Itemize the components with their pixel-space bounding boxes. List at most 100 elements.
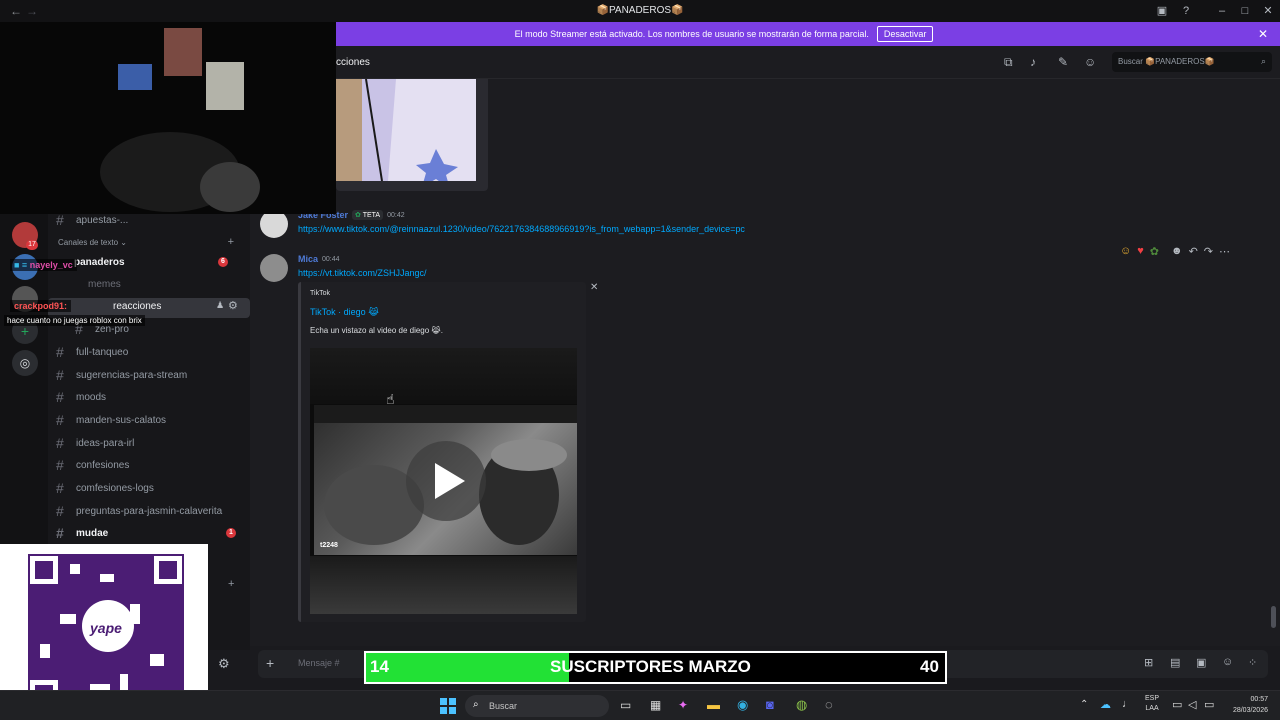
mention-badge: 17 (26, 240, 38, 250)
members-icon[interactable]: ☺ (1084, 55, 1096, 69)
add-category-icon[interactable]: + (228, 578, 234, 590)
channel-item[interactable]: # full-tanqueo (56, 341, 246, 363)
taskbar: ⌕ Buscar ▭ ▦ ✦ ▬ ◉ ◙ ◍ ◌ ⌃ ☁ ♩ ESP LAA ▭ … (0, 690, 1280, 720)
minimize-icon[interactable]: – (1214, 3, 1230, 19)
invite-icon[interactable]: ♟ (216, 300, 224, 311)
image-attachment[interactable] (336, 79, 488, 191)
add-reaction-icon[interactable]: ☻ (1171, 245, 1183, 257)
windows-start-icon[interactable] (440, 698, 456, 714)
maximize-icon[interactable]: □ (1237, 3, 1253, 19)
threads-icon[interactable]: ⧉ (1004, 55, 1013, 70)
store-icon[interactable]: ▦ (650, 698, 661, 712)
mute-bell-icon[interactable]: ♪ (1030, 55, 1036, 69)
taskbar-search[interactable]: ⌕ Buscar (465, 695, 609, 717)
discord-icon[interactable]: ◙ (766, 697, 774, 712)
attach-icon[interactable]: + (266, 655, 274, 671)
banner-text: El modo Streamer está activado. Los nomb… (514, 29, 869, 39)
lang-indicator[interactable]: ESP LAA (1145, 694, 1159, 714)
network-icon[interactable]: ▭ (1172, 698, 1182, 711)
gif-icon[interactable]: ▤ (1170, 656, 1180, 669)
play-icon[interactable] (406, 441, 486, 521)
battery-icon[interactable]: ▭ (1204, 698, 1214, 711)
clock[interactable]: 00:57 28/03/2026 (1228, 694, 1268, 716)
laughing-emoji-icon[interactable]: ☺ (1120, 245, 1131, 257)
pin-icon[interactable]: ✎ (1058, 55, 1068, 69)
message-link[interactable]: https://vt.tiktok.com/ZSHJJangc/ (298, 268, 427, 278)
channel-label: reacciones (113, 301, 162, 312)
scrollbar-thumb[interactable] (1271, 606, 1276, 628)
channel-item-panaderos[interactable]: panaderos 6 (74, 251, 264, 273)
mic-icon[interactable]: ♩ (1122, 698, 1133, 710)
role-tag-icon: ✿ (355, 212, 361, 219)
channel-item[interactable]: # preguntas-para-jasmin-calaverita (56, 500, 246, 522)
message-author[interactable]: Mica (298, 254, 318, 264)
search-icon: ⌕ (473, 699, 479, 710)
close-window-icon[interactable]: ✕ (1260, 3, 1276, 19)
window-title: 📦PANADEROS📦 (596, 5, 684, 16)
channel-item[interactable]: # manden-sus-calatos (56, 409, 246, 431)
goal-target: 40 (920, 657, 939, 676)
chevron-down-icon: ⌄ (120, 238, 127, 247)
unread-badge: 1 (226, 528, 236, 538)
goal-current: 14 (370, 657, 389, 676)
more-options-icon[interactable]: ⋯ (1219, 245, 1230, 258)
channel-item[interactable]: # moods (56, 386, 246, 408)
help-icon[interactable]: ? (1178, 3, 1194, 19)
obs-icon[interactable]: ◌ (825, 697, 833, 712)
channel-item[interactable]: # sugerencias-para-stream (56, 364, 246, 386)
video-frame: t2248 (314, 405, 577, 555)
inbox-icon[interactable]: ▣ (1154, 3, 1170, 19)
chat-overlay-message: hace cuanto no juegas roblox con brix (4, 315, 145, 326)
embed-title[interactable]: TikTok · diego 😹 (310, 307, 379, 318)
settings-gear-icon[interactable]: ⚙ (228, 299, 238, 312)
app-icon[interactable]: ◍ (796, 697, 807, 713)
timestamp: 00:44 (322, 255, 340, 263)
section-header[interactable]: Canales de texto ⌄ + (58, 236, 244, 248)
frog-emoji-icon[interactable]: ✿ (1150, 245, 1159, 258)
search-placeholder: Buscar 📦PANADEROS📦 (1118, 57, 1215, 66)
channel-header: cciones ⧉ ♪ ✎ ☺ Buscar 📦PANADEROS📦 ⌕ (336, 46, 1280, 79)
chat-overlay-user: crackpod91: (10, 300, 72, 312)
window-titlebar: ← → 📦PANADEROS📦 ▣ ? – □ ✕ (0, 0, 1280, 22)
badge-icon: ■ ≡ (14, 260, 30, 270)
channel-title: cciones (336, 56, 370, 68)
volume-icon[interactable]: ◁ (1188, 698, 1196, 711)
remove-embed-icon[interactable]: ✕ (590, 282, 598, 293)
search-box[interactable]: Buscar 📦PANADEROS📦 ⌕ (1112, 52, 1272, 72)
add-channel-icon[interactable]: + (228, 236, 234, 248)
edge-icon[interactable]: ◉ (737, 697, 748, 713)
sticker-icon[interactable]: ▣ (1196, 656, 1206, 669)
channel-item-memes[interactable]: memes (88, 273, 278, 295)
goal-label: SUSCRIPTORES MARZO (550, 657, 751, 676)
copilot-icon[interactable]: ✦ (678, 698, 688, 712)
tray-chevron-icon[interactable]: ⌃ (1080, 699, 1088, 710)
apps-icon[interactable]: ⁘ (1248, 656, 1257, 669)
task-view-icon[interactable]: ▭ (620, 698, 631, 712)
reply-icon[interactable]: ↶ (1189, 245, 1198, 258)
emoji-icon[interactable]: ☺ (1222, 656, 1233, 668)
video-player[interactable]: t2248 (310, 348, 577, 614)
avatar[interactable] (260, 210, 288, 238)
message-link[interactable]: https://www.tiktok.com/@reinnaazul.1230/… (298, 224, 745, 234)
channel-item[interactable]: # confesiones (56, 454, 246, 476)
channel-item[interactable]: # ideas-para-irl (56, 432, 246, 454)
channel-item[interactable]: # comfesiones-logs (56, 477, 246, 499)
gift-icon[interactable]: ⊞ (1144, 656, 1153, 669)
onedrive-icon[interactable]: ☁ (1100, 698, 1111, 711)
deactivate-button[interactable]: Desactivar (876, 26, 934, 42)
unread-badge: 6 (218, 257, 228, 267)
discover-icon[interactable]: ◎ (12, 350, 38, 376)
tiktok-embed: TikTok ✕ TikTok · diego 😹 Echa un vistaz… (298, 282, 598, 622)
heart-emoji-icon[interactable]: ♥ (1137, 245, 1144, 257)
role-tag: ✿ TETA (352, 210, 384, 220)
composer-placeholder: Mensaje # (298, 658, 340, 668)
forward-icon[interactable]: ↷ (1204, 245, 1213, 258)
search-icon: ⌕ (1260, 56, 1266, 66)
video-watermark: t2248 (320, 542, 338, 549)
file-explorer-icon[interactable]: ▬ (707, 697, 720, 712)
close-banner-icon[interactable]: ✕ (1258, 27, 1268, 41)
user-settings-icon[interactable]: ⚙ (218, 656, 230, 672)
message-header: Mica 00:44 (298, 254, 340, 264)
embed-provider: TikTok (310, 290, 330, 297)
channel-item-mudae[interactable]: # mudae 1 (56, 522, 246, 544)
